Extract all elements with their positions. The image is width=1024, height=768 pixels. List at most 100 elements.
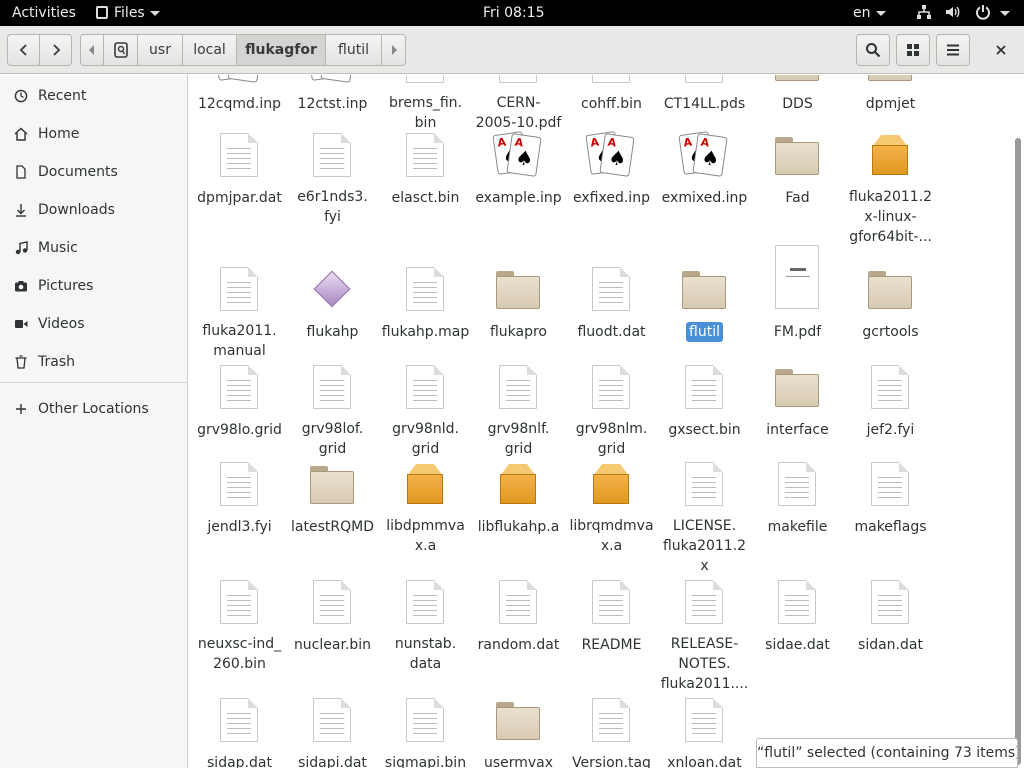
file-icon — [472, 694, 565, 746]
file-item[interactable]: librqmdmva x.a — [565, 458, 658, 556]
file-item[interactable]: fluodt.dat — [565, 263, 658, 342]
file-name: makeflags — [854, 519, 927, 535]
path-scroll-left-button[interactable] — [80, 34, 104, 66]
back-button[interactable] — [7, 34, 40, 66]
file-item[interactable]: sigmapi.bin — [379, 694, 472, 768]
file-item[interactable]: flukahp — [286, 263, 379, 342]
file-item[interactable]: CT14LL.pds — [658, 75, 751, 114]
playing-cards-icon: A♠A♠ — [213, 75, 264, 85]
file-item[interactable]: sidapi.dat — [286, 694, 379, 768]
sidebar-item-recent[interactable]: Recent — [0, 78, 188, 114]
view-toggle-button[interactable] — [896, 34, 930, 66]
file-item[interactable]: Fad — [751, 129, 844, 208]
file-item[interactable]: random.dat — [472, 576, 565, 655]
file-icon — [565, 576, 658, 628]
path-scroll-right-button[interactable] — [381, 34, 406, 66]
file-item[interactable]: LICENSE. fluka2011.2 x — [658, 458, 751, 576]
file-item[interactable]: xnloan.dat — [658, 694, 751, 768]
file-item[interactable]: e6r1nds3. fyi — [286, 129, 379, 227]
file-item[interactable]: A♠A♠ 12ctst.inp — [286, 75, 379, 114]
sidebar-item-videos[interactable]: Videos — [0, 306, 188, 342]
file-item[interactable]: interface — [751, 361, 844, 440]
sidebar-item-home[interactable]: Home — [0, 116, 188, 152]
document-icon — [499, 365, 537, 409]
file-item[interactable]: Version.tag — [565, 694, 658, 768]
file-item[interactable]: cohff.bin — [565, 75, 658, 114]
path-segment-flutil[interactable]: flutil — [325, 34, 382, 66]
drive-icon — [113, 42, 128, 58]
file-item[interactable]: fluka2011. manual — [193, 263, 286, 361]
file-item[interactable]: neuxsc-ind_ 260.bin — [193, 576, 286, 674]
file-icon — [193, 263, 286, 315]
file-name: 12cqmd.inp — [197, 96, 282, 112]
path-root-button[interactable] — [103, 34, 138, 66]
path-segment-flukagfor[interactable]: flukagfor — [236, 34, 326, 66]
file-item[interactable]: jef2.fyi — [844, 361, 937, 440]
file-item[interactable]: grv98nlf. grid — [472, 361, 565, 459]
forward-button[interactable] — [39, 34, 72, 66]
file-item[interactable]: DDS — [751, 75, 844, 114]
file-name: LICENSE. fluka2011.2 x — [662, 518, 747, 574]
sidebar-item-trash[interactable]: Trash — [0, 344, 188, 380]
file-item[interactable]: CERN- 2005-10.pdf — [472, 75, 565, 133]
file-item[interactable]: dpmjpar.dat — [193, 129, 286, 208]
grid-view-icon — [907, 44, 919, 56]
file-item[interactable]: README — [565, 576, 658, 655]
file-item[interactable]: fluka2011.2 x-linux- gfor64bit-... — [844, 129, 937, 247]
document-icon — [313, 698, 351, 742]
sidebar-item-music[interactable]: Music — [0, 230, 188, 266]
menu-button[interactable] — [936, 34, 970, 66]
activities-button[interactable]: Activities — [12, 0, 76, 26]
file-icon — [658, 361, 751, 413]
file-item[interactable]: A♠A♠ exfixed.inp — [565, 129, 658, 208]
sidebar-item-documents[interactable]: Documents — [0, 154, 188, 190]
file-item[interactable]: A♠A♠ 12cqmd.inp — [193, 75, 286, 114]
file-item[interactable]: nuclear.bin — [286, 576, 379, 655]
file-item[interactable]: makefile — [751, 458, 844, 537]
package-icon — [500, 464, 536, 504]
sidebar-item-label: Documents — [38, 164, 118, 180]
file-item[interactable]: RELEASE- NOTES. fluka2011.... — [658, 576, 751, 694]
language-menu[interactable]: en — [853, 0, 886, 26]
file-item[interactable]: sidan.dat — [844, 576, 937, 655]
file-item[interactable]: gxsect.bin — [658, 361, 751, 440]
file-item[interactable]: makeflags — [844, 458, 937, 537]
close-button[interactable] — [987, 34, 1015, 66]
file-item[interactable]: A♠A♠ exmixed.inp — [658, 129, 751, 208]
file-item[interactable]: grv98lof. grid — [286, 361, 379, 459]
file-item[interactable]: A♠A♠ example.inp — [472, 129, 565, 208]
clock[interactable]: Fri 08:15 — [483, 0, 544, 26]
file-item[interactable]: usermvax — [472, 694, 565, 768]
file-item[interactable]: nunstab. data — [379, 576, 472, 674]
app-menu-button[interactable]: Files — [96, 0, 160, 26]
file-item[interactable]: flukapro — [472, 263, 565, 342]
file-item[interactable]: grv98nld. grid — [379, 361, 472, 459]
file-item[interactable]: flukahp.map — [379, 263, 472, 342]
path-segment-usr[interactable]: usr — [137, 34, 183, 66]
file-item[interactable]: elasct.bin — [379, 129, 472, 208]
file-item[interactable]: libflukahp.a — [472, 458, 565, 537]
file-item[interactable]: jendl3.fyi — [193, 458, 286, 537]
file-item[interactable]: libdpmmva x.a — [379, 458, 472, 556]
chevron-down-icon — [149, 10, 160, 16]
file-item[interactable]: sidae.dat — [751, 576, 844, 655]
document-icon — [685, 462, 723, 506]
path-segment-local[interactable]: local — [182, 34, 237, 66]
sidebar-item-downloads[interactable]: Downloads — [0, 192, 188, 228]
file-item[interactable]: grv98lo.grid — [193, 361, 286, 440]
file-icon — [379, 263, 472, 315]
folder-icon — [775, 369, 819, 407]
file-item[interactable]: brems_fin. bin — [379, 75, 472, 133]
system-menu[interactable] — [916, 0, 1011, 26]
file-item[interactable]: FM.pdf — [751, 245, 844, 342]
file-item[interactable]: flutil — [658, 263, 751, 342]
scrollbar[interactable] — [1015, 138, 1021, 765]
search-button[interactable] — [856, 34, 890, 66]
file-item[interactable]: sidap.dat — [193, 694, 286, 768]
file-item[interactable]: dpmjet — [844, 75, 937, 114]
file-item[interactable]: latestRQMD — [286, 458, 379, 537]
sidebar-item-other-locations[interactable]: Other Locations — [0, 391, 188, 427]
file-item[interactable]: gcrtools — [844, 263, 937, 342]
file-item[interactable]: grv98nlm. grid — [565, 361, 658, 459]
sidebar-item-pictures[interactable]: Pictures — [0, 268, 188, 304]
